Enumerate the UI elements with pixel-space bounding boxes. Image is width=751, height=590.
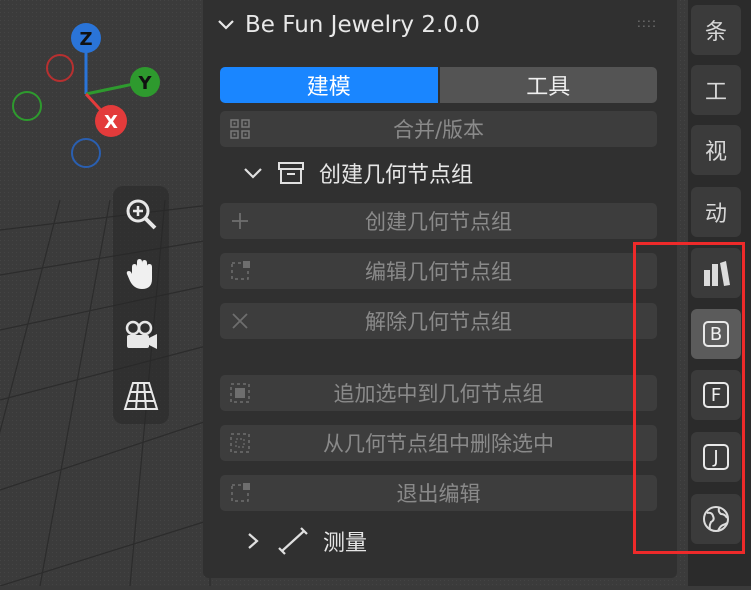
edit-group-icon [231,261,250,280]
highlight-box [633,242,745,554]
panel-header[interactable]: Be Fun Jewelry 2.0.0 [217,8,480,42]
chevron-down-icon [244,168,262,179]
mode-tabs: 建模 工具 [220,67,657,103]
neg-y-axis-handle[interactable] [12,91,42,121]
pan-button[interactable] [115,248,167,300]
x-axis-label: X [104,112,118,133]
drag-grip-icon[interactable]: :::: [637,16,657,30]
release-geometry-node-group-button[interactable]: 解除几何节点组 [220,303,657,339]
chevron-right-icon [248,533,259,549]
archive-box-icon [278,162,304,184]
section-title: 创建几何节点组 [319,163,474,188]
create-geometry-node-group-button[interactable]: 创建几何节点组 [220,203,657,239]
tab-tools[interactable]: 工具 [439,67,657,103]
release-label: 解除几何节点组 [365,310,512,334]
camera-view-button[interactable] [115,310,167,362]
add-selected-icon [230,383,250,403]
tab-tool[interactable]: 工 [691,65,741,115]
exit-edit-label: 退出编辑 [396,482,481,506]
tab-item[interactable]: 条 [691,5,741,55]
ruler-measure-icon [278,527,308,555]
panel-title: Be Fun Jewelry 2.0.0 [245,12,480,38]
measure-title: 测量 [323,531,368,556]
neg-x-axis-handle[interactable] [46,54,74,82]
tab-modeling[interactable]: 建模 [220,67,438,103]
exit-edit-icon [231,483,250,502]
y-axis-label: Y [137,73,152,94]
measure-section[interactable]: 测量 [243,524,367,558]
add-selected-button[interactable]: 追加选中到几何节点组 [220,375,657,411]
grid-perspective-icon [123,382,159,410]
create-label: 创建几何节点组 [365,210,512,234]
remove-selected-button[interactable]: 从几何节点组中删除选中 [220,425,657,461]
addon-panel: Be Fun Jewelry 2.0.0 :::: 建模 工具 合并/版本 创建… [203,0,677,578]
exit-edit-button[interactable]: 退出编辑 [220,475,657,511]
tab-view[interactable]: 视 [691,125,741,175]
zoom-button[interactable] [115,188,167,240]
add-selected-label: 追加选中到几何节点组 [333,382,544,406]
tab-animation[interactable]: 动 [691,187,741,237]
plus-icon [232,213,248,229]
remove-selected-icon [230,433,250,453]
z-axis-label: Z [79,29,92,50]
neg-z-axis-handle[interactable] [71,138,101,168]
perspective-toggle-button[interactable] [115,370,167,422]
merge-version-button[interactable]: 合并/版本 [220,111,657,147]
edit-label: 编辑几何节点组 [365,260,512,284]
camera-icon [125,320,157,349]
zoom-icon [126,199,157,230]
edit-geometry-node-group-button[interactable]: 编辑几何节点组 [220,253,657,289]
qr-grid-icon [230,119,250,139]
remove-selected-label: 从几何节点组中删除选中 [323,432,554,456]
merge-version-label: 合并/版本 [392,118,485,142]
hand-pan-icon [126,259,152,289]
chevron-down-icon[interactable] [217,18,235,32]
x-icon [232,313,248,329]
create-geometry-nodes-section[interactable]: 创建几何节点组 [243,156,473,190]
navigation-gizmo[interactable]: Z Y X [0,0,200,180]
